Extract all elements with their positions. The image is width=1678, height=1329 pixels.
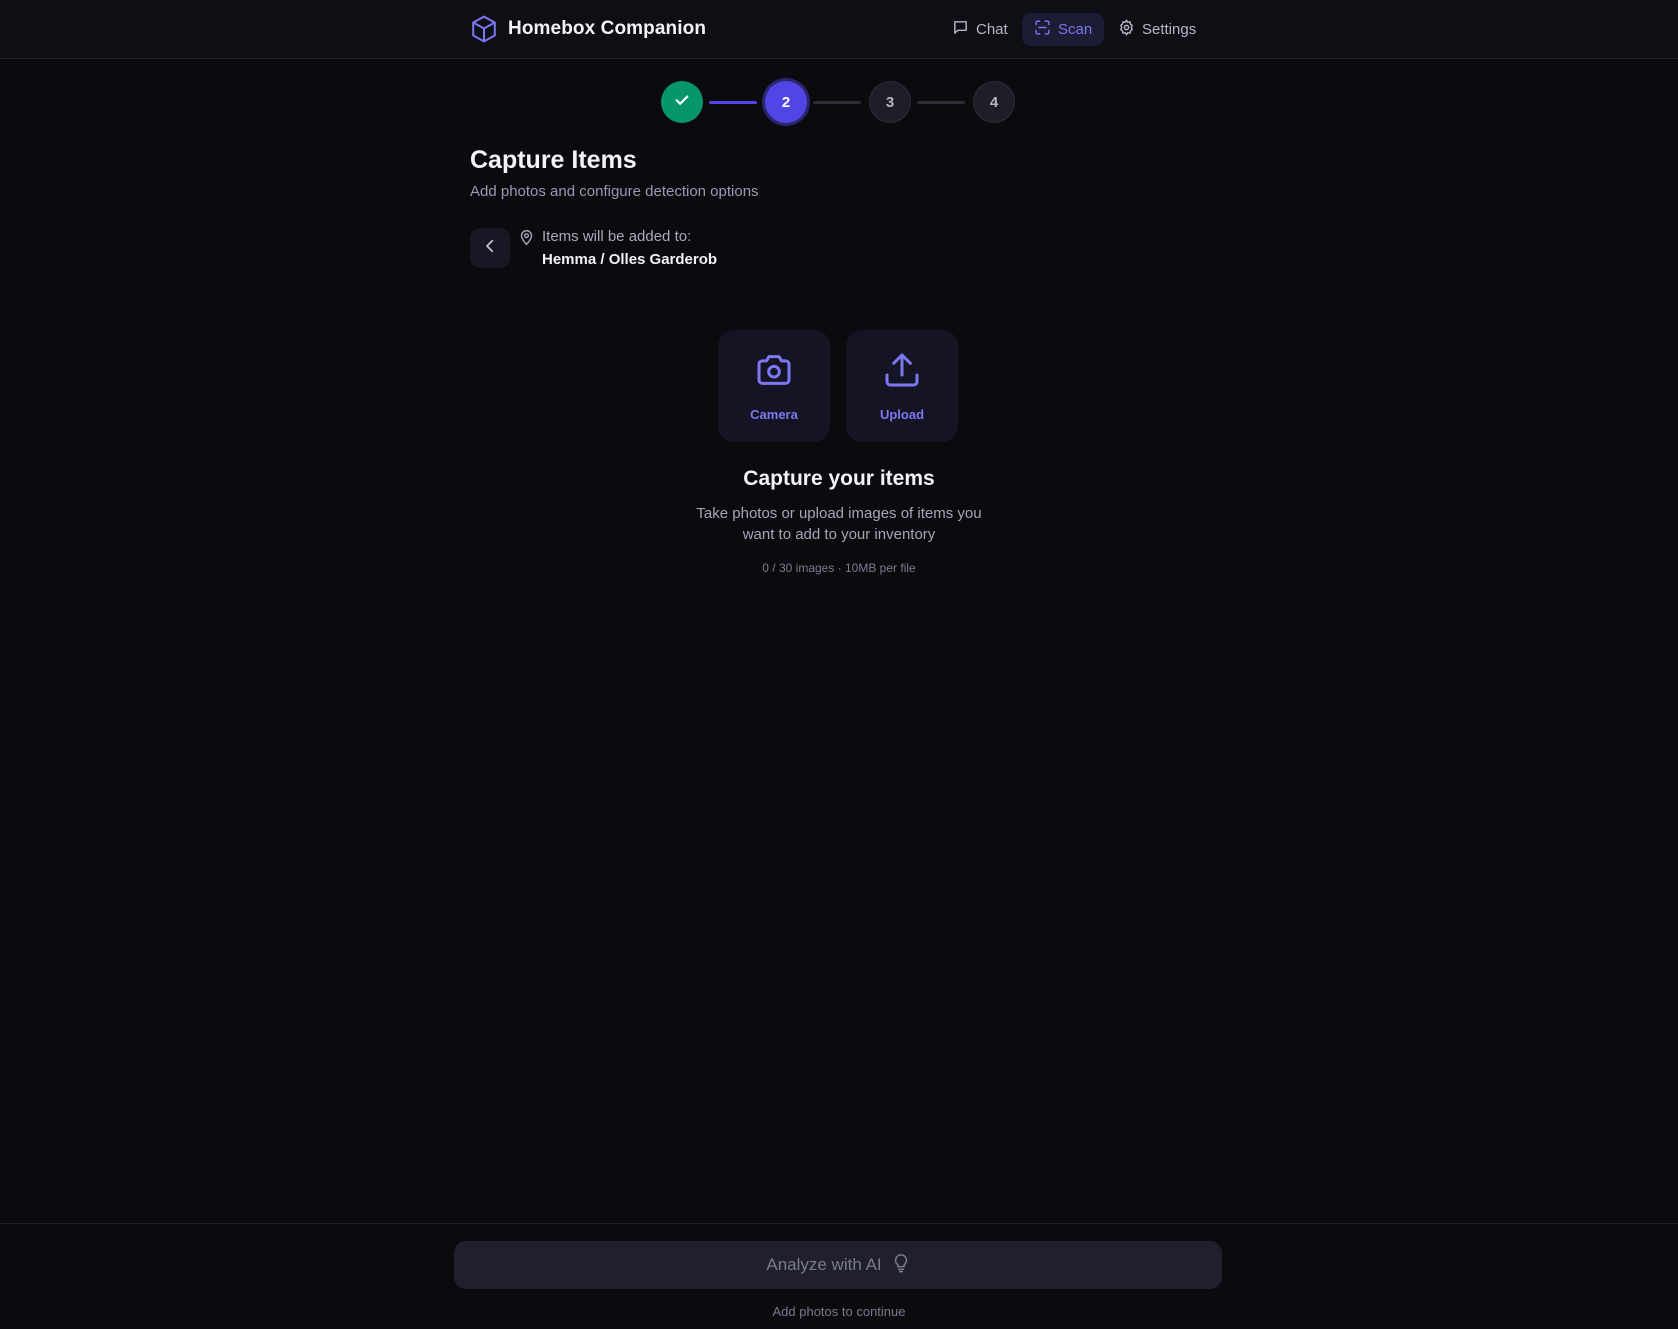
analyze-label: Analyze with AI [766, 1255, 882, 1274]
camera-label: Camera [750, 407, 798, 422]
action-footer: Analyze with AI Add photos to continue [0, 1223, 1678, 1329]
step-connector [813, 101, 861, 104]
step-connector [917, 101, 965, 104]
nav-settings-label: Settings [1142, 21, 1197, 38]
back-button[interactable] [470, 228, 510, 268]
empty-state-title: Capture your items [743, 467, 935, 490]
map-pin-icon [519, 229, 534, 246]
nav-settings[interactable]: Settings [1106, 13, 1208, 46]
app-title: Homebox Companion [508, 18, 707, 39]
chevron-left-icon [481, 237, 499, 260]
camera-button[interactable]: Camera [718, 330, 830, 442]
nav-scan[interactable]: Scan [1022, 13, 1105, 46]
brand[interactable]: Homebox Companion [470, 15, 706, 43]
footer-hint: Add photos to continue [772, 1304, 906, 1319]
step-connector [709, 101, 757, 104]
gear-icon [1118, 19, 1135, 40]
location-label: Items will be added to: [542, 228, 692, 245]
upload-button[interactable]: Upload [846, 330, 958, 442]
location-path: Hemma / Olles Garderob [542, 251, 718, 268]
nav-scan-label: Scan [1058, 21, 1093, 38]
page-subtitle: Add photos and configure detection optio… [470, 183, 759, 200]
upload-icon [882, 350, 922, 395]
nav-chat-label: Chat [976, 21, 1008, 38]
page-title: Capture Items [470, 146, 637, 174]
top-bar: Homebox Companion Chat Scan Settings [0, 0, 1678, 59]
step-3: 3 [869, 81, 911, 123]
step-2-current: 2 [765, 81, 807, 123]
step-indicator: 2 3 4 [661, 81, 1016, 123]
upload-label: Upload [879, 407, 925, 422]
empty-state-description: Take photos or upload images of items yo… [696, 505, 982, 543]
step-4: 4 [973, 81, 1015, 123]
camera-icon [754, 350, 794, 395]
box-icon [470, 15, 498, 43]
nav-chat[interactable]: Chat [940, 13, 1020, 46]
image-limits: 0 / 30 images · 10MB per file [762, 561, 916, 575]
analyze-with-ai-button[interactable]: Analyze with AI [454, 1241, 1222, 1289]
chat-icon [952, 19, 969, 40]
step-1-complete [661, 81, 703, 123]
check-icon [673, 91, 691, 113]
lightbulb-icon [892, 1253, 910, 1278]
scan-icon [1034, 19, 1051, 40]
